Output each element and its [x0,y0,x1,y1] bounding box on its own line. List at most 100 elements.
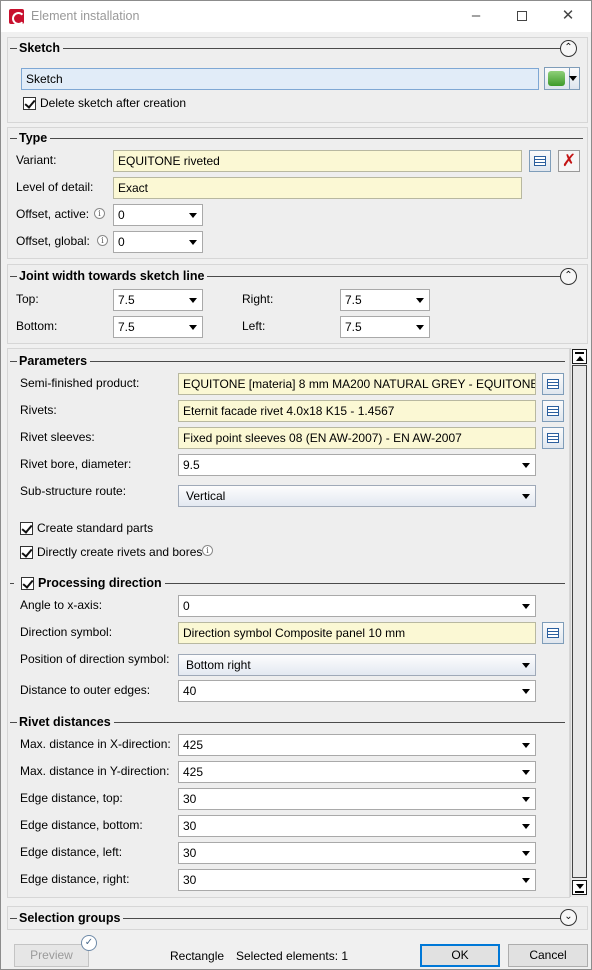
type-divider [10,138,583,139]
joint-top-dropdown[interactable]: 7.5 [113,289,203,311]
scroll-bottom-line [575,891,584,893]
pick-sketch-button[interactable] [544,67,580,90]
scroll-down-button[interactable] [572,880,587,895]
pick-sketch-icon [548,71,565,86]
preview-button[interactable]: Preview [14,944,89,967]
edge-top-label: Edge distance, top: [20,791,123,805]
delete-sketch-label: Delete sketch after creation [40,96,187,110]
angle-label: Angle to x-axis: [20,598,103,612]
chevron-up-icon [576,356,584,361]
chevron-down-icon [522,463,530,468]
joint-right-dropdown[interactable]: 7.5 [340,289,430,311]
rivets-table-button[interactable] [542,400,564,422]
edge-left-label: Edge distance, left: [20,845,123,859]
edge-bottom-label: Edge distance, bottom: [20,818,143,832]
ok-button[interactable]: OK [420,944,500,967]
delete-sketch-checkbox[interactable] [23,97,36,110]
lod-field[interactable]: Exact [113,177,522,199]
symbol-position-label: Position of direction symbol: [20,652,170,666]
cancel-button[interactable]: Cancel [508,944,588,967]
vertical-scrollbar[interactable] [570,348,587,897]
joint-left-dropdown[interactable]: 7.5 [340,316,430,338]
rivets-field[interactable]: Eternit facade rivet 4.0x18 K15 - 1.4567 [178,400,536,422]
variant-table-button[interactable] [529,150,551,172]
rivet-sleeves-field[interactable]: Fixed point sleeves 08 (EN AW-2007) - EN… [178,427,536,449]
chevron-down-icon [522,494,530,499]
chevron-down-icon [522,851,530,856]
selection-groups-title: Selection groups [17,911,124,925]
chevron-down-icon [416,298,424,303]
sub-structure-route-dropdown[interactable]: Vertical [178,485,536,507]
scroll-thumb[interactable] [572,365,587,878]
info-icon[interactable]: i [97,235,108,246]
max-y-dropdown[interactable]: 425 [178,761,536,783]
offset-active-label: Offset, active: [16,207,90,221]
info-icon[interactable]: i [94,208,105,219]
minimize-button[interactable]: – [453,1,499,32]
joint-left-label: Left: [242,319,266,333]
scroll-up-button[interactable] [572,349,587,364]
processing-section-title: Processing direction [36,576,165,590]
rivet-bore-dropdown[interactable]: 9.5 [178,454,536,476]
sketch-collapse-button[interactable]: ⌃ [560,40,577,57]
parameters-section-title: Parameters [17,354,91,368]
max-x-label: Max. distance in X-direction: [20,737,171,751]
sketch-divider [10,48,561,49]
rivet-sleeves-table-button[interactable] [542,427,564,449]
expand-icon: ⌄ [564,911,573,922]
angle-dropdown[interactable]: 0 [178,595,536,617]
offset-global-dropdown[interactable]: 0 [113,231,203,253]
chevron-down-icon [416,325,424,330]
app-icon [9,9,25,25]
create-standard-parts-label: Create standard parts [37,521,154,535]
create-rivets-bores-checkbox[interactable] [20,546,33,559]
variant-field[interactable]: EQUITONE riveted [113,150,522,172]
joint-bottom-dropdown[interactable]: 7.5 [113,316,203,338]
chevron-down-icon [522,824,530,829]
edge-top-dropdown[interactable]: 30 [178,788,536,810]
direction-symbol-field[interactable]: Direction symbol Composite panel 10 mm [178,622,536,644]
chevron-down-icon [522,797,530,802]
semi-product-table-button[interactable] [542,373,564,395]
joint-collapse-button[interactable]: ⌃ [560,268,577,285]
offset-global-label: Offset, global: [16,234,90,248]
outer-edges-dropdown[interactable]: 40 [178,680,536,702]
table-icon [547,433,559,443]
variant-delete-button[interactable]: ✗ [558,150,580,172]
table-icon [534,156,546,166]
chevron-down-icon [576,884,584,889]
type-section-title: Type [17,131,51,145]
element-installation-dialog: Element installation – ✕ Sketch ⌃ Sketch… [0,0,592,970]
direction-symbol-label: Direction symbol: [20,625,113,639]
edge-left-dropdown[interactable]: 30 [178,842,536,864]
symbol-position-dropdown[interactable]: Bottom right [178,654,536,676]
chevron-down-icon [189,213,197,218]
semi-product-field[interactable]: EQUITONE [materia] 8 mm MA200 NATURAL GR… [178,373,536,395]
table-icon [547,406,559,416]
semi-product-label: Semi-finished product: [20,376,140,390]
sketch-field[interactable]: Sketch [21,68,539,90]
chevron-down-icon [522,689,530,694]
edge-right-dropdown[interactable]: 30 [178,869,536,891]
chevron-down-icon [522,604,530,609]
create-rivets-bores-label: Directly create rivets and bores [37,545,203,559]
offset-active-dropdown[interactable]: 0 [113,204,203,226]
create-standard-parts-checkbox[interactable] [20,522,33,535]
joint-section-title: Joint width towards sketch line [17,269,208,283]
delete-icon: ✗ [561,151,577,170]
direction-symbol-table-button[interactable] [542,622,564,644]
maximize-button[interactable] [499,1,545,32]
sketch-section-title: Sketch [17,41,63,55]
max-x-dropdown[interactable]: 425 [178,734,536,756]
checkmark-icon: ✓ [81,935,97,951]
chevron-down-icon [189,298,197,303]
edge-bottom-dropdown[interactable]: 30 [178,815,536,837]
lod-label: Level of detail: [16,180,94,194]
close-button[interactable]: ✕ [545,1,591,32]
info-icon[interactable]: i [202,545,213,556]
processing-direction-checkbox[interactable] [21,577,34,590]
variant-label: Variant: [16,153,57,167]
scroll-top-line [575,352,584,354]
chevron-down-icon [522,663,530,668]
selection-groups-expand-button[interactable]: ⌄ [560,909,577,926]
